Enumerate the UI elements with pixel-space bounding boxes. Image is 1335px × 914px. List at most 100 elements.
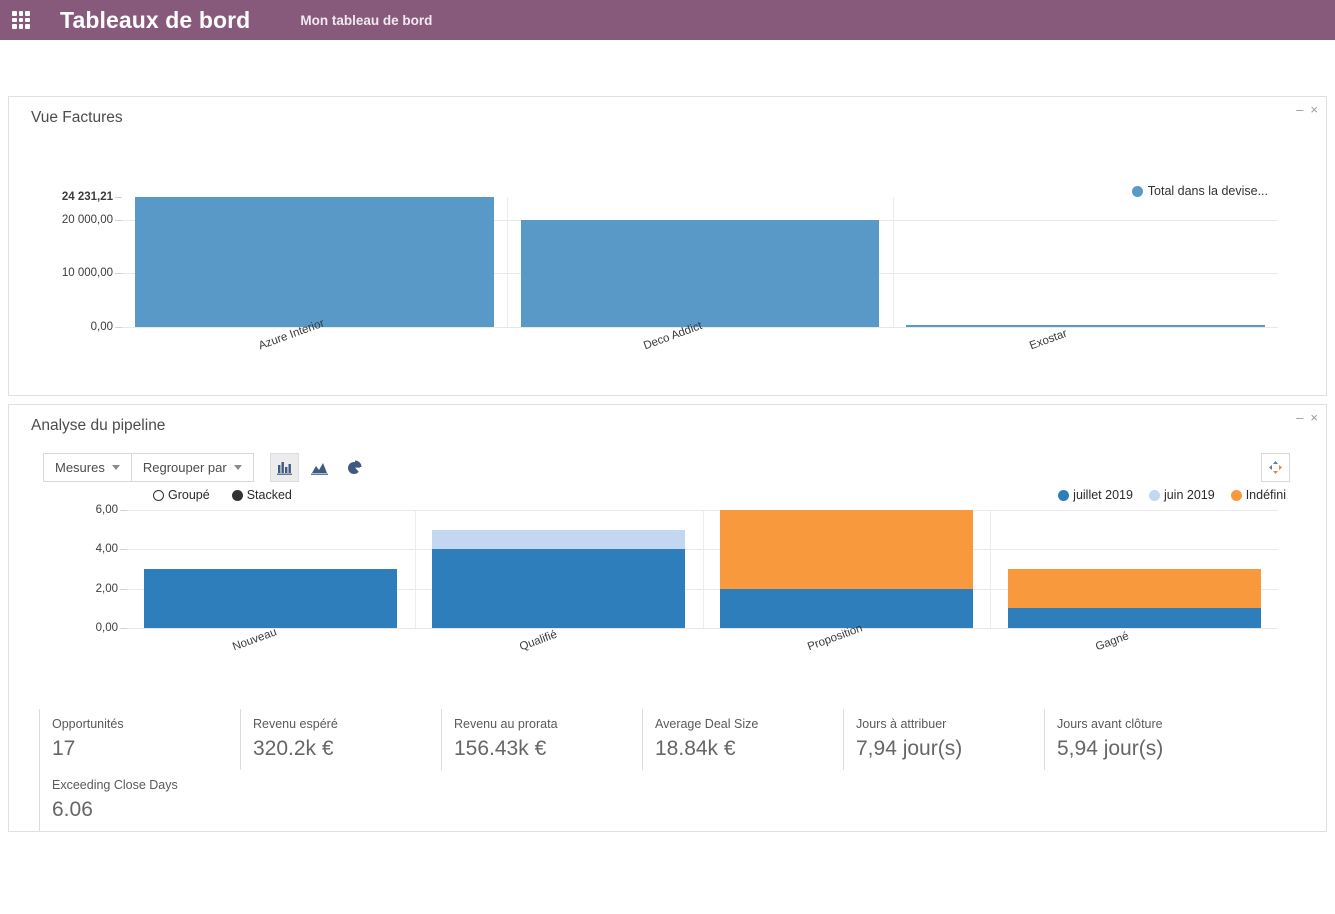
- legend-swatch-juillet: [1058, 489, 1070, 501]
- panel-analyse-pipeline: Analyse du pipeline – × Mesures Regroupe…: [8, 404, 1327, 833]
- kpi-label: Revenu au prorata: [454, 717, 558, 731]
- bar-segment[interactable]: [1007, 569, 1261, 609]
- measures-dropdown[interactable]: Mesures: [43, 453, 132, 482]
- bar-segment[interactable]: [1007, 608, 1261, 628]
- chart-vue-factures: Total dans la devise... 24 231,21 20 000,…: [9, 139, 1326, 354]
- category-separator: [990, 510, 992, 628]
- panel-controls-pipeline: – ×: [1296, 411, 1318, 424]
- mode-stacked[interactable]: Stacked: [231, 488, 292, 502]
- kpi-label: Revenu espéré: [253, 717, 338, 731]
- kpi-label: Exceeding Close Days: [52, 778, 178, 793]
- kpi-card[interactable]: Revenu espéré 320.2k €: [240, 709, 441, 771]
- minimize-icon[interactable]: –: [1296, 103, 1303, 116]
- kpi-label: Jours à attribuer: [856, 717, 947, 731]
- pipeline-toolbar: Mesures Regrouper par: [9, 435, 1326, 482]
- kpi-row: Exceeding Close Days 6.06: [39, 770, 1326, 832]
- apps-grid-icon[interactable]: [8, 7, 34, 33]
- groupby-dropdown[interactable]: Regrouper par: [131, 453, 254, 482]
- legend-label-juin: juin 2019: [1163, 488, 1215, 502]
- kpi-card[interactable]: Average Deal Size 18.84k €: [642, 709, 843, 771]
- dashboard-name[interactable]: Mon tableau de bord: [300, 13, 432, 28]
- chart2-x-tick-label: Qualifié: [518, 628, 560, 654]
- kpi-label: Jours avant clôture: [1057, 717, 1163, 731]
- legend-swatch-juin: [1148, 489, 1160, 501]
- category-separator: [507, 197, 509, 327]
- bar[interactable]: [520, 219, 880, 327]
- chart1-y-tick-label: 0,00: [90, 321, 113, 333]
- chart1-y-tick-label: 24 231,21: [61, 191, 113, 203]
- app-title[interactable]: Tableaux de bord: [60, 7, 250, 34]
- chart1-x-tick-label: Exostar: [1027, 327, 1069, 353]
- kpi-row: Opportunités 17 Revenu espéré 320.2k € Reven…: [39, 709, 1326, 771]
- category-separator: [414, 510, 416, 628]
- bar-segment[interactable]: [432, 549, 686, 628]
- minimize-icon[interactable]: –: [1296, 411, 1303, 424]
- kpi-value: 5,94 jour(s): [1057, 736, 1164, 760]
- top-navigation-bar: Tableaux de bord Mon tableau de bord: [0, 0, 1335, 40]
- expand-button[interactable]: [1261, 453, 1290, 482]
- chart1-plot-area: 24 231,21 20 000,00 10 000,00 0,00 Azure Int…: [62, 191, 1278, 352]
- panel-title-pipeline: Analyse du pipeline: [31, 417, 166, 434]
- kpi-value: 18.84k €: [655, 736, 736, 760]
- chart-type-group: [269, 453, 369, 482]
- radio-stacked-icon: [231, 489, 243, 501]
- chevron-down-icon: [233, 465, 242, 470]
- kpi-card[interactable]: Jours à attribuer 7,94 jour(s): [843, 709, 1044, 771]
- expand-icon: [1269, 461, 1282, 474]
- mode-grouped[interactable]: Groupé: [153, 488, 210, 502]
- bar[interactable]: [135, 197, 494, 327]
- kpi-card[interactable]: Jours avant clôture 5,94 jour(s): [1044, 709, 1245, 771]
- chevron-down-icon: [111, 465, 120, 470]
- kpi-card[interactable]: Opportunités 17: [39, 709, 240, 771]
- chart2-x-tick-label: Nouveau: [230, 626, 278, 654]
- chart2-y-tick-label: 0,00: [95, 622, 118, 634]
- chart2-y-tick-label: 4,00: [95, 543, 118, 556]
- chart2-x-tick-label: Gagné: [1093, 630, 1131, 654]
- close-icon[interactable]: ×: [1310, 103, 1318, 116]
- kpi-label: Opportunités: [52, 717, 124, 731]
- legend-item-juin[interactable]: juin 2019: [1148, 488, 1215, 502]
- kpi-card[interactable]: Exceeding Close Days 6.06: [39, 770, 240, 832]
- axis-tick: [120, 628, 127, 629]
- axis-tick: [115, 327, 122, 328]
- radio-grouped-icon: [153, 489, 164, 501]
- area-chart-button[interactable]: [305, 453, 334, 482]
- axis-tick: [120, 549, 127, 551]
- legend-label-indefini: Indéfini: [1245, 488, 1286, 502]
- pie-chart-button[interactable]: [340, 453, 369, 482]
- stack-mode-group: Groupé Stacked: [153, 488, 292, 502]
- pivot-button-group: Mesures Regrouper par: [43, 453, 254, 482]
- bar-segment[interactable]: [144, 569, 398, 628]
- chart2-plot-area: 6,00 4,00 2,00 0,00 Nouveau Qualifié Propositi…: [96, 504, 1278, 653]
- legend-item-indefini[interactable]: Indéfini: [1230, 488, 1286, 502]
- axis-tick: [115, 219, 122, 221]
- legend-swatch-indefini: [1230, 489, 1242, 501]
- legend-label-total[interactable]: Total dans la devise...: [1148, 184, 1268, 198]
- legend-item-juillet[interactable]: juillet 2019: [1058, 488, 1133, 502]
- mode-stacked-label: Stacked: [246, 488, 292, 502]
- bar-segment[interactable]: [719, 588, 973, 628]
- panel-title-invoices: Vue Factures: [31, 109, 123, 126]
- chart1-legend: Total dans la devise...: [1131, 184, 1268, 198]
- panel-vue-factures: Vue Factures – × Total dans la devise...…: [8, 96, 1327, 396]
- kpi-value: 6.06: [52, 797, 93, 821]
- legend-swatch-total: [1131, 185, 1143, 197]
- chart2-y-tick-label: 6,00: [95, 504, 118, 516]
- kpi-label: Average Deal Size: [655, 717, 759, 731]
- legend-label-juillet: juillet 2019: [1073, 488, 1133, 502]
- mode-grouped-label: Groupé: [168, 488, 210, 502]
- bar-chart-button[interactable]: [269, 453, 299, 482]
- axis-tick: [120, 510, 127, 511]
- gridline: [127, 628, 1278, 629]
- kpi-value: 320.2k €: [253, 736, 334, 760]
- bar-segment[interactable]: [432, 529, 686, 550]
- bar-segment[interactable]: [719, 510, 973, 589]
- pie-chart-icon: [347, 460, 362, 474]
- category-separator: [702, 510, 704, 628]
- axis-tick: [120, 588, 127, 590]
- chart2-legend: juillet 2019 juin 2019 Indéfini: [1058, 488, 1286, 502]
- chart1-y-tick-label: 10 000,00: [61, 267, 113, 280]
- kpi-card[interactable]: Revenu au prorata 156.43k €: [441, 709, 642, 771]
- close-icon[interactable]: ×: [1310, 411, 1318, 424]
- bar[interactable]: [906, 325, 1265, 327]
